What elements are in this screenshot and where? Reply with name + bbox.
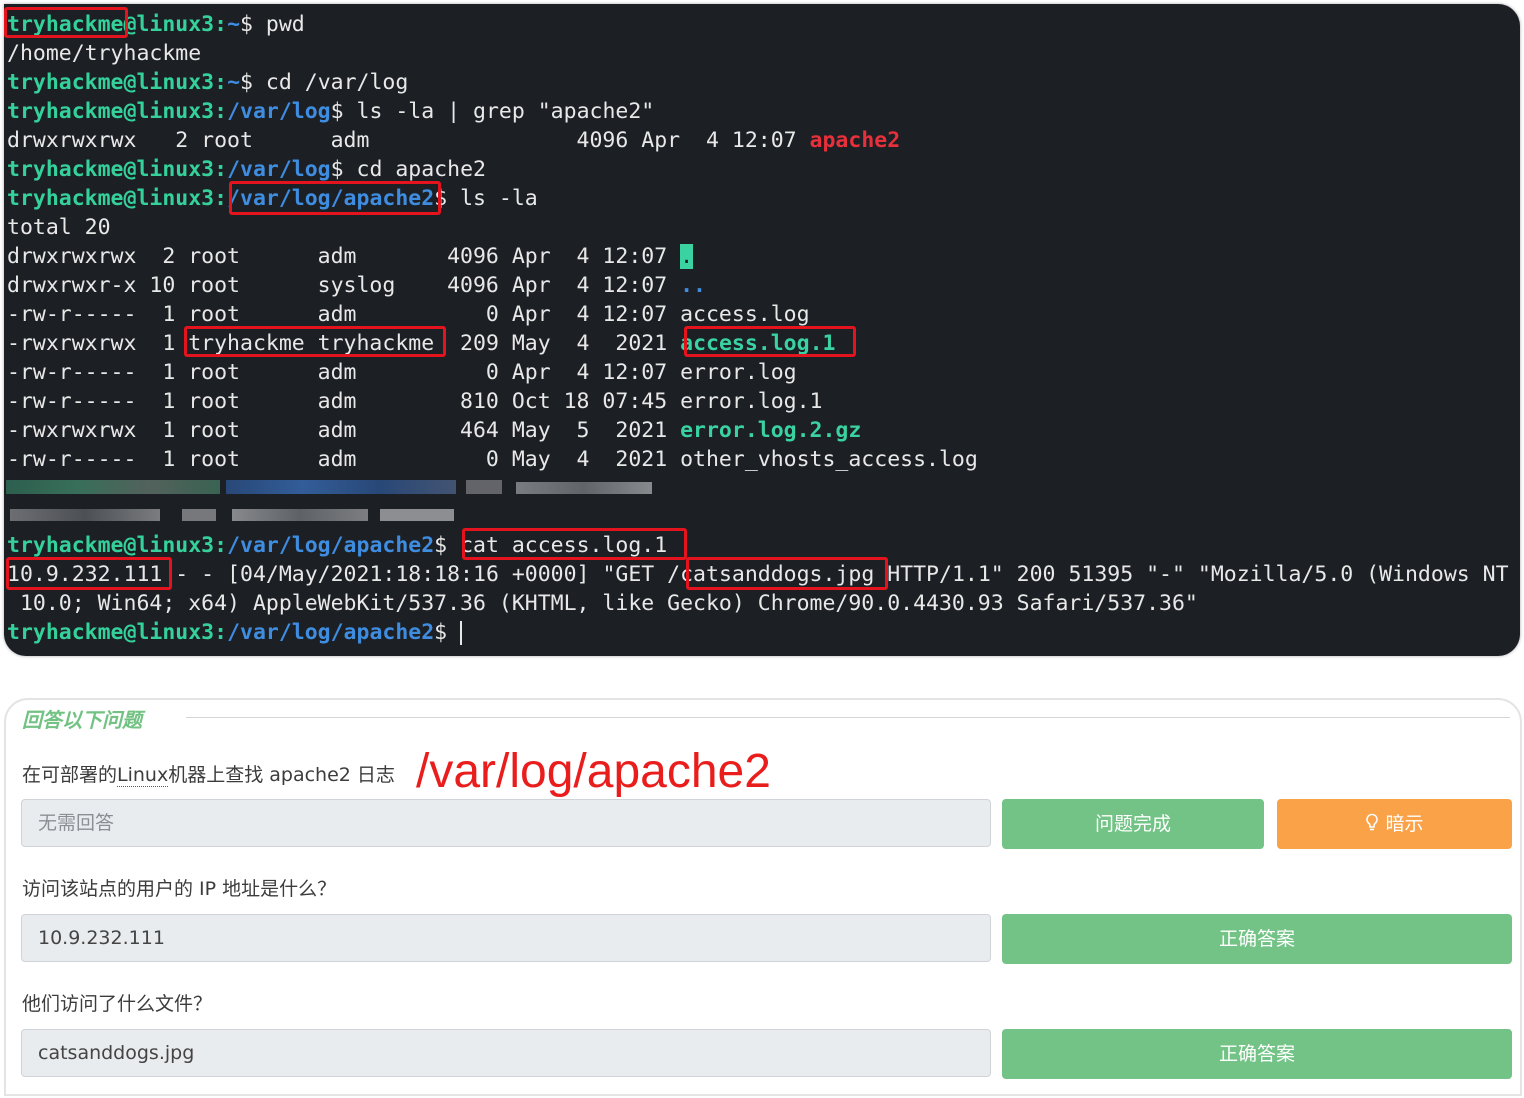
question-3-text: 他们访问了什么文件？ xyxy=(22,993,213,1015)
listing-row: drwxrwxrwx 2 root adm 4096 Apr 4 12:07 . xyxy=(7,244,694,269)
listing-row: -rw-r----- 1 root adm 810 Oct 18 07:45 e… xyxy=(7,389,823,414)
question-panel: 回答以下问题 在可部署的Linux机器上查找 apache2 日志 /var/l… xyxy=(4,698,1522,1096)
divider xyxy=(186,717,1510,718)
listing-row: drwxrwxr-x 10 root syslog 4096 Apr 4 12:… xyxy=(7,273,706,298)
correct-answer-button-3[interactable]: 正确答案 xyxy=(1002,1029,1512,1079)
text-cursor xyxy=(460,621,463,645)
highlight-owner xyxy=(184,326,446,357)
terminal-line: /home/tryhackme xyxy=(7,41,202,66)
highlight-filename xyxy=(686,557,888,590)
terminal-prompt[interactable]: tryhackme@linux3:/var/log/apache2$ xyxy=(7,618,463,647)
question-2-text: 访问该站点的用户的 IP 地址是什么？ xyxy=(22,878,337,900)
terminal-window[interactable]: tryhackme@linux3:~$ pwd /home/tryhackme … xyxy=(4,4,1520,656)
listing-row: -rw-r----- 1 root adm 0 Apr 4 12:07 erro… xyxy=(7,360,797,385)
listing-row: -rwxrwxrwx 1 root adm 464 May 5 2021 err… xyxy=(7,418,862,443)
answer-field-2[interactable]: 10.9.232.111 xyxy=(21,914,991,962)
answer-field-1[interactable]: 无需回答 xyxy=(21,799,991,847)
hint-button[interactable]: 暗示 xyxy=(1277,799,1512,849)
highlight-cat-command xyxy=(462,528,687,560)
correct-answer-button-2[interactable]: 正确答案 xyxy=(1002,914,1512,964)
highlight-ip xyxy=(6,557,172,590)
log-line: 10.0; Win64; x64) AppleWebKit/537.36 (KH… xyxy=(7,591,1198,616)
listing-row: -rw-r----- 1 root adm 0 Apr 4 12:07 acce… xyxy=(7,302,810,327)
terminal-line: tryhackme@linux3:~$ cd /var/log xyxy=(7,70,409,95)
question-complete-button[interactable]: 问题完成 xyxy=(1002,799,1264,849)
annotation-text: /var/log/apache2 xyxy=(416,745,771,798)
answer-field-3[interactable]: catsanddogs.jpg xyxy=(21,1029,991,1077)
terminal-line: tryhackme@linux3:/var/log$ cd apache2 xyxy=(7,157,486,182)
linux-link[interactable]: Linux xyxy=(117,764,169,787)
terminal-line: total 20 xyxy=(7,215,111,240)
panel-title: 回答以下问题 xyxy=(22,708,142,732)
listing-row: -rw-r----- 1 root adm 0 May 4 2021 other… xyxy=(7,447,978,472)
highlight-username xyxy=(4,7,128,38)
highlight-access-log-1 xyxy=(684,326,856,357)
question-1-text: 在可部署的Linux机器上查找 apache2 日志 xyxy=(22,764,395,787)
terminal-line: drwxrwxrwx 2 root adm 4096 Apr 4 12:07 a… xyxy=(7,128,901,153)
terminal-line: tryhackme@linux3:/var/log$ ls -la | grep… xyxy=(7,99,655,124)
highlight-apache-path xyxy=(229,181,441,215)
lightbulb-icon xyxy=(1365,813,1385,835)
